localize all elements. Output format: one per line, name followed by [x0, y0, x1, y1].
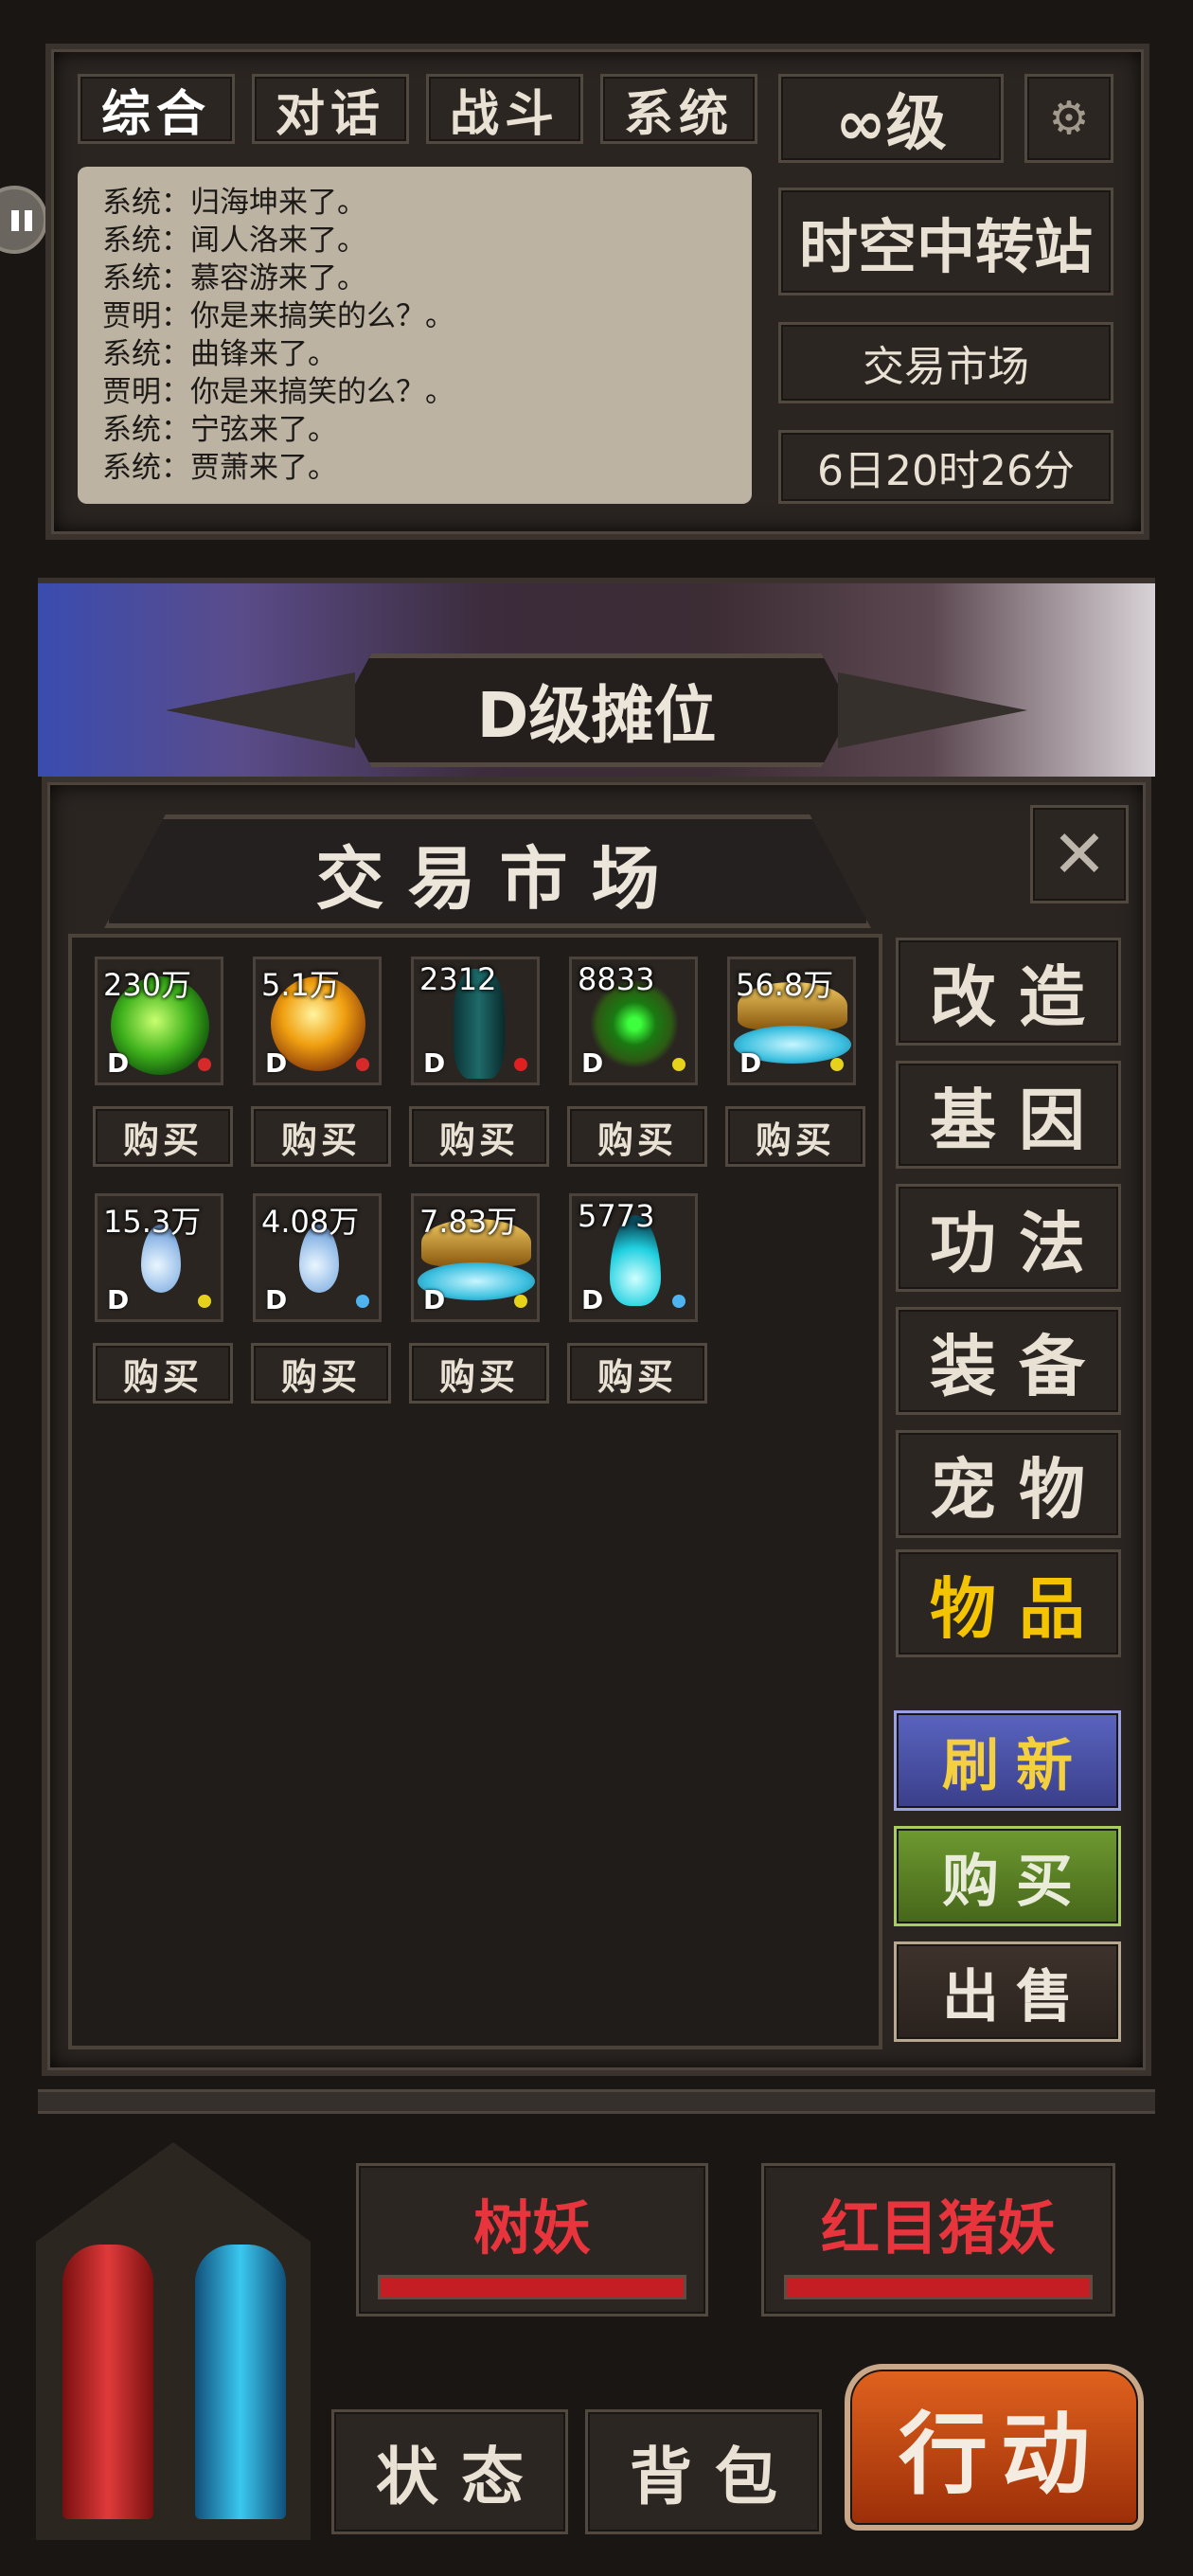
chat-line: 系统：贾萧来了。 [102, 451, 337, 485]
buy-item-button[interactable]: 购买 [567, 1343, 707, 1404]
buy-item-button[interactable]: 购买 [251, 1343, 391, 1404]
enemy-card[interactable]: 树妖 [356, 2163, 708, 2317]
enemy-name: 树妖 [472, 2193, 591, 2263]
rarity-dot [356, 1295, 369, 1308]
chat-line: 系统：慕容游来了。 [102, 261, 366, 295]
buy-item-button[interactable]: 购买 [251, 1106, 391, 1167]
item-grade: D [739, 1047, 762, 1079]
rarity-dot [198, 1295, 211, 1308]
buy-button[interactable]: 购买 [894, 1826, 1121, 1926]
pause-icon [11, 210, 19, 231]
health-gauge [62, 2245, 153, 2519]
item-count: 8833 [578, 961, 655, 997]
chat-line: 系统：曲锋来了。 [102, 337, 337, 371]
place-label[interactable]: 交易市场 [778, 322, 1113, 403]
settings-button[interactable]: ⚙ [1024, 74, 1113, 163]
rarity-dot [198, 1058, 211, 1071]
time-label: 6日20时26分 [778, 430, 1113, 504]
tab-dialog[interactable]: 对话 [252, 74, 409, 144]
item-count: 2312 [419, 961, 497, 997]
bag-button[interactable]: 背包 [585, 2409, 822, 2534]
item-count: 15.3万 [103, 1204, 202, 1240]
item-slot[interactable]: 8833 D [569, 957, 698, 1085]
tab-battle[interactable]: 战斗 [426, 74, 583, 144]
category-skill[interactable]: 功法 [896, 1184, 1121, 1292]
chat-line: 系统：归海坤来了。 [102, 186, 366, 220]
item-count: 5.1万 [261, 967, 340, 1003]
enemy-name: 红目猪妖 [820, 2193, 1056, 2263]
buy-item-button[interactable]: 购买 [93, 1106, 233, 1167]
status-button[interactable]: 状态 [331, 2409, 568, 2534]
gear-icon: ⚙ [1048, 92, 1090, 145]
item-grid-area [68, 934, 882, 2049]
level-badge: ∞级 [778, 74, 1004, 163]
enemy-card[interactable]: 红目猪妖 [761, 2163, 1115, 2317]
buy-item-button[interactable]: 购买 [93, 1343, 233, 1404]
category-gene[interactable]: 基因 [896, 1061, 1121, 1169]
item-grade: D [265, 1284, 288, 1315]
pause-handle[interactable] [0, 186, 47, 254]
enemy-health-bar [378, 2275, 686, 2299]
tab-system[interactable]: 系统 [600, 74, 757, 144]
rarity-dot [514, 1295, 527, 1308]
location-label[interactable]: 时空中转站 [778, 188, 1113, 295]
enemy-health-bar [784, 2275, 1093, 2299]
item-count: 4.08万 [261, 1204, 360, 1240]
item-grade: D [423, 1047, 446, 1079]
rarity-dot [514, 1058, 527, 1071]
market-panel-title: 交 易 市 场 [315, 838, 660, 919]
item-count: 56.8万 [736, 967, 834, 1003]
tab-general[interactable]: 综合 [78, 74, 235, 144]
category-modify[interactable]: 改造 [896, 938, 1121, 1046]
item-count: 5773 [578, 1198, 655, 1234]
item-slot[interactable]: 56.8万 D [727, 957, 856, 1085]
bottom-divider [38, 2089, 1155, 2114]
buy-item-button[interactable]: 购买 [409, 1343, 549, 1404]
chat-line: 系统：宁弦来了。 [102, 413, 337, 447]
item-grade: D [581, 1047, 604, 1079]
rarity-dot [672, 1058, 686, 1071]
buy-item-button[interactable]: 购买 [725, 1106, 865, 1167]
item-slot[interactable]: 7.83万 D [411, 1193, 540, 1322]
rarity-dot [830, 1058, 844, 1071]
close-button[interactable]: ✕ [1030, 805, 1129, 903]
item-slot[interactable]: 4.08万 D [253, 1193, 382, 1322]
item-grade: D [107, 1047, 130, 1079]
sell-button[interactable]: 出售 [894, 1941, 1121, 2042]
item-slot[interactable]: 2312 D [411, 957, 540, 1085]
item-slot[interactable]: 5773 D [569, 1193, 698, 1322]
buy-item-button[interactable]: 购买 [409, 1106, 549, 1167]
item-count: 230万 [103, 967, 192, 1003]
buy-item-button[interactable]: 购买 [567, 1106, 707, 1167]
chat-log: 系统：归海坤来了。 系统：闻人洛来了。 系统：慕容游来了。 贾明：你是来搞笑的么… [78, 167, 752, 504]
item-slot[interactable]: 15.3万 D [95, 1193, 223, 1322]
mana-gauge [195, 2245, 286, 2519]
category-pet[interactable]: 宠物 [896, 1430, 1121, 1538]
rarity-dot [356, 1058, 369, 1071]
item-slot[interactable]: 230万 D [95, 957, 223, 1085]
item-grade: D [581, 1284, 604, 1315]
rarity-dot [672, 1295, 686, 1308]
category-items[interactable]: 物品 [896, 1549, 1121, 1657]
chat-line: 贾明：你是来搞笑的么？。 [102, 299, 454, 333]
refresh-button[interactable]: 刷新 [894, 1710, 1121, 1811]
item-grade: D [107, 1284, 130, 1315]
item-slot[interactable]: 5.1万 D [253, 957, 382, 1085]
chat-line: 贾明：你是来搞笑的么？。 [102, 375, 454, 409]
item-grade: D [265, 1047, 288, 1079]
action-button[interactable]: 行动 [845, 2364, 1144, 2531]
category-equipment[interactable]: 装备 [896, 1307, 1121, 1415]
banner-title: D级摊位 [476, 679, 717, 752]
item-grade: D [423, 1284, 446, 1315]
close-icon: ✕ [1051, 815, 1108, 893]
chat-line: 系统：闻人洛来了。 [102, 224, 366, 258]
item-count: 7.83万 [419, 1204, 518, 1240]
